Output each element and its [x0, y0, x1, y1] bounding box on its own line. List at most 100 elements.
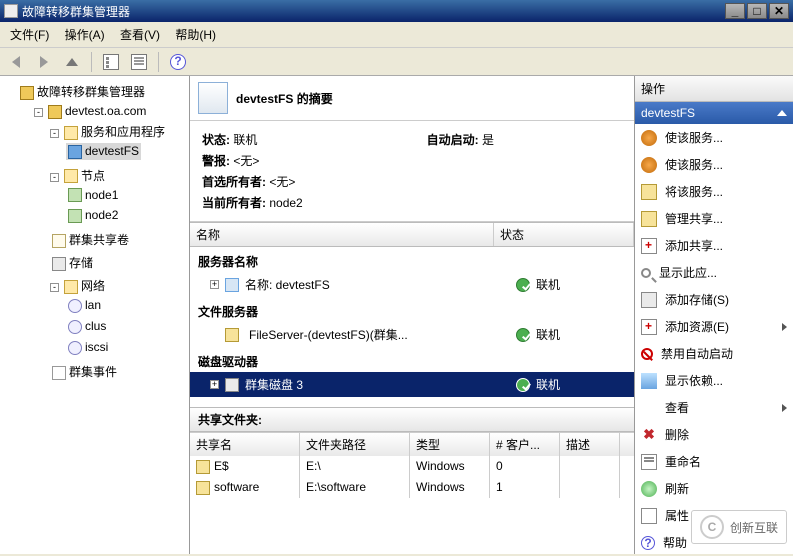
collapse-icon[interactable]: -: [50, 173, 59, 182]
section-fileserver: 文件服务器 FileServer-(devtestFS)(群集... 联机: [190, 297, 634, 347]
menu-bar: 文件(F) 操作(A) 查看(V) 帮助(H): [0, 22, 793, 48]
action-label: 属性: [665, 507, 689, 524]
action-item[interactable]: 添加共享...: [635, 232, 793, 259]
menu-help[interactable]: 帮助(H): [169, 24, 222, 45]
action-label: 查看: [665, 399, 689, 416]
tree-cluster[interactable]: -devtest.oa.com -服务和应用程序 devtestFS: [34, 101, 187, 385]
gear-icon: [641, 157, 657, 173]
arrow-up-icon: [66, 58, 78, 66]
section-disk: 磁盘驱动器 + 群集磁盘 3 联机: [190, 347, 634, 397]
autostart-value: 是: [482, 133, 494, 147]
actions-list: 使该服务...使该服务... 将该服务... 管理共享... 添加共享...显示此应.…: [635, 124, 793, 556]
maximize-button[interactable]: □: [747, 3, 767, 19]
action-label: 将该服务...: [665, 183, 723, 200]
collapse-icon[interactable]: -: [50, 129, 59, 138]
tree-events[interactable]: 群集事件: [50, 360, 187, 383]
fileserver-row[interactable]: FileServer-(devtestFS)(群集... 联机: [190, 322, 634, 347]
tree-svcapp-item[interactable]: devtestFS: [66, 141, 187, 162]
nav-up-button[interactable]: [60, 51, 84, 73]
watermark: C 创新互联: [691, 510, 787, 544]
tree-node1[interactable]: node1: [66, 185, 187, 206]
share-col-path[interactable]: 文件夹路径: [300, 433, 410, 456]
tree-root[interactable]: 故障转移群集管理器 -devtest.oa.com -服务和应用程序 devte…: [18, 80, 187, 387]
folder-icon: [196, 460, 210, 474]
tree-net-clus[interactable]: clus: [66, 316, 187, 337]
action-item[interactable]: 管理共享...: [635, 205, 793, 232]
col-status[interactable]: 状态: [494, 223, 634, 246]
close-button[interactable]: ✕: [769, 3, 789, 19]
actions-context[interactable]: devtestFS: [635, 102, 793, 124]
node-icon: [68, 188, 82, 202]
tree-pane: 故障转移群集管理器 -devtest.oa.com -服务和应用程序 devte…: [0, 76, 190, 554]
summary-title-suffix: 的摘要: [293, 92, 332, 106]
tree-csv[interactable]: 群集共享卷: [50, 228, 187, 251]
menu-file[interactable]: 文件(F): [4, 24, 55, 45]
help-icon: ?: [641, 536, 655, 550]
tree-networks[interactable]: -网络 lan clus iscsi: [50, 274, 187, 359]
action-item[interactable]: 禁用自动启动: [635, 340, 793, 367]
share-path: E:\: [300, 456, 410, 477]
nav-back-button[interactable]: [4, 51, 28, 73]
action-item[interactable]: 添加存储(S): [635, 286, 793, 313]
collapse-icon[interactable]: -: [34, 108, 43, 117]
share-clients: 0: [490, 456, 560, 477]
action-item[interactable]: 重命名: [635, 448, 793, 475]
action-item[interactable]: 刷新: [635, 475, 793, 502]
tree-node2[interactable]: node2: [66, 205, 187, 226]
blank-icon: [641, 400, 657, 416]
nav-forward-button[interactable]: [32, 51, 56, 73]
tree-net-lan[interactable]: lan: [66, 295, 187, 316]
share-col-desc[interactable]: 描述: [560, 433, 620, 456]
tree-storage-label: 存储: [69, 256, 93, 270]
toolbar-help-button[interactable]: ?: [166, 51, 190, 73]
app-icon: [4, 4, 18, 18]
action-item[interactable]: 添加资源(E): [635, 313, 793, 340]
action-item[interactable]: ✖删除: [635, 421, 793, 448]
action-item[interactable]: 使该服务...: [635, 151, 793, 178]
share-row[interactable]: E$ E:\ Windows 0: [190, 456, 634, 477]
action-item[interactable]: 显示此应...: [635, 259, 793, 286]
action-label: 管理共享...: [665, 210, 723, 227]
tree-svcapps-label: 服务和应用程序: [81, 125, 165, 139]
curr-owner-label: 当前所有者:: [202, 194, 266, 211]
tree-net-iscsi[interactable]: iscsi: [66, 337, 187, 358]
tree-nodes[interactable]: -节点 node1 node2: [50, 164, 187, 229]
csv-icon: [52, 234, 66, 248]
collapse-icon[interactable]: -: [50, 283, 59, 292]
tree-net-clus-label: clus: [85, 319, 106, 333]
tree-svcapps[interactable]: - 服务和应用程序 devtestFS: [50, 120, 187, 164]
expand-icon[interactable]: +: [210, 380, 219, 389]
action-item[interactable]: 将该服务...: [635, 178, 793, 205]
tree-storage[interactable]: 存储: [50, 251, 187, 274]
minimize-button[interactable]: _: [725, 3, 745, 19]
fs-icon: [225, 328, 239, 342]
disk-text: 群集磁盘 3: [245, 376, 510, 393]
action-item[interactable]: 使该服务...: [635, 124, 793, 151]
share-name: E$: [214, 459, 229, 473]
submenu-arrow-icon: [782, 404, 787, 412]
share-row[interactable]: software E:\software Windows 1: [190, 477, 634, 498]
cluster-icon: [48, 105, 62, 119]
section-servername: 服务器名称 + 名称: devtestFS 联机: [190, 247, 634, 297]
col-name[interactable]: 名称: [190, 223, 494, 246]
servername-row[interactable]: + 名称: devtestFS 联机: [190, 272, 634, 297]
fileserver-title: 文件服务器: [190, 297, 634, 322]
online-icon: [516, 278, 530, 292]
tree-node1-label: node1: [85, 188, 118, 202]
share-col-name[interactable]: 共享名: [190, 433, 300, 456]
menu-action[interactable]: 操作(A): [59, 24, 111, 45]
summary-body: 状态: 联机 自动启动: 是 警报: <无> 首选所有者: <无> 当前所有者:…: [190, 121, 634, 222]
pref-owner-value: <无>: [269, 175, 295, 189]
toolbar-list-button[interactable]: [99, 51, 123, 73]
tree-node2-label: node2: [85, 208, 118, 222]
window-title: 故障转移群集管理器: [22, 3, 130, 20]
menu-view[interactable]: 查看(V): [114, 24, 166, 45]
action-item[interactable]: 查看: [635, 394, 793, 421]
tree-net-lan-label: lan: [85, 298, 101, 312]
expand-icon[interactable]: +: [210, 280, 219, 289]
share-col-clients[interactable]: # 客户...: [490, 433, 560, 456]
disk-row[interactable]: + 群集磁盘 3 联机: [190, 372, 634, 397]
toolbar-sheet-button[interactable]: [127, 51, 151, 73]
action-item[interactable]: 显示依赖...: [635, 367, 793, 394]
share-col-type[interactable]: 类型: [410, 433, 490, 456]
